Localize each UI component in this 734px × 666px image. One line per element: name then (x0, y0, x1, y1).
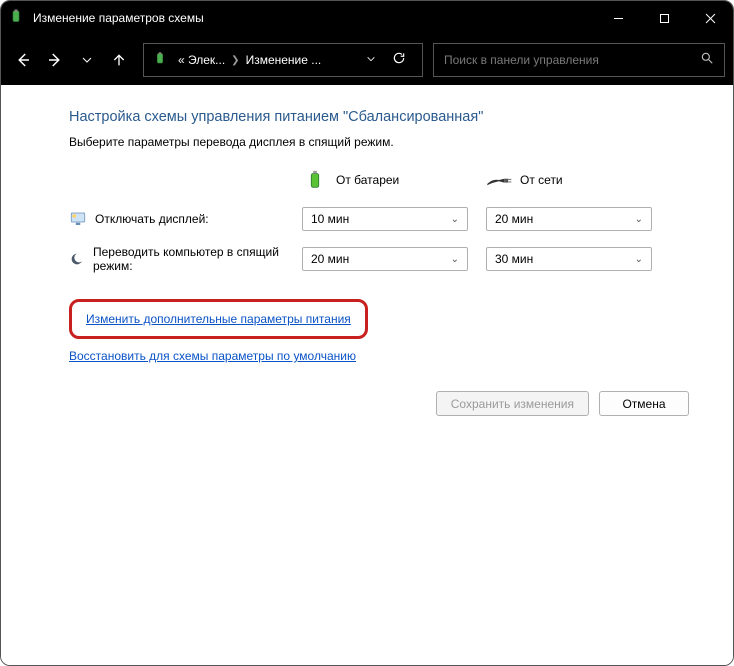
breadcrumb-item-1[interactable]: « Элек... (174, 53, 229, 67)
moon-icon (69, 250, 85, 268)
combo-value: 10 мин (311, 212, 349, 226)
settings-grid: От батареи От сети (69, 167, 689, 273)
combo-display-battery[interactable]: 10 мин ⌄ (302, 207, 468, 231)
minimize-button[interactable] (595, 1, 641, 35)
up-button[interactable] (105, 46, 133, 74)
breadcrumb-item-2[interactable]: Изменение ... (242, 53, 326, 67)
breadcrumb-separator: ❯ (229, 55, 241, 66)
link-advanced-settings[interactable]: Изменить дополнительные параметры питани… (86, 312, 351, 326)
chevron-down-icon: ⌄ (635, 254, 643, 265)
links-section: Изменить дополнительные параметры питани… (69, 299, 689, 363)
address-dropdown[interactable] (360, 51, 382, 69)
combo-value: 20 мин (311, 252, 349, 266)
plug-icon (486, 167, 512, 193)
row-label-display: Отключать дисплей: (95, 212, 209, 226)
back-button[interactable] (9, 46, 37, 74)
highlight-box: Изменить дополнительные параметры питани… (69, 299, 368, 339)
column-label-mains: От сети (520, 173, 563, 187)
row-display-off: Отключать дисплей: (69, 210, 284, 228)
address-bar[interactable]: « Элек... ❯ Изменение ... (143, 43, 423, 77)
titlebar: Изменение параметров схемы (1, 1, 733, 35)
forward-button[interactable] (41, 46, 69, 74)
monitor-icon (69, 210, 87, 228)
combo-value: 30 мин (495, 252, 533, 266)
combo-sleep-battery[interactable]: 20 мин ⌄ (302, 247, 468, 271)
combo-display-mains[interactable]: 20 мин ⌄ (486, 207, 652, 231)
cancel-button[interactable]: Отмена (599, 391, 689, 416)
page-heading: Настройка схемы управления питанием "Сба… (69, 109, 689, 125)
recent-dropdown[interactable] (73, 46, 101, 74)
close-button[interactable] (687, 1, 733, 35)
column-header-mains: От сети (486, 167, 652, 193)
footer-buttons: Сохранить изменения Отмена (69, 391, 689, 416)
chevron-down-icon: ⌄ (451, 254, 459, 265)
refresh-button[interactable] (382, 51, 416, 70)
link-restore-defaults[interactable]: Восстановить для схемы параметры по умол… (69, 349, 356, 363)
window-controls (595, 1, 733, 35)
search-icon[interactable] (700, 51, 714, 70)
maximize-button[interactable] (641, 1, 687, 35)
app-icon (7, 8, 27, 28)
breadcrumb-icon (152, 51, 170, 69)
window-title: Изменение параметров схемы (33, 11, 595, 25)
row-sleep: Переводить компьютер в спящий режим: (69, 245, 284, 273)
column-header-battery: От батареи (302, 167, 468, 193)
chevron-down-icon: ⌄ (451, 214, 459, 225)
chevron-down-icon: ⌄ (635, 214, 643, 225)
row-label-sleep: Переводить компьютер в спящий режим: (93, 245, 284, 273)
combo-sleep-mains[interactable]: 30 мин ⌄ (486, 247, 652, 271)
combo-value: 20 мин (495, 212, 533, 226)
window: Изменение параметров схемы (0, 0, 734, 666)
content: Настройка схемы управления питанием "Сба… (1, 85, 733, 665)
navbar: « Элек... ❯ Изменение ... (1, 35, 733, 85)
search-input[interactable] (444, 53, 694, 67)
column-label-battery: От батареи (336, 173, 399, 187)
search-box[interactable] (433, 43, 725, 77)
page-subtext: Выберите параметры перевода дисплея в сп… (69, 135, 689, 149)
save-button: Сохранить изменения (436, 391, 589, 416)
battery-icon (302, 167, 328, 193)
